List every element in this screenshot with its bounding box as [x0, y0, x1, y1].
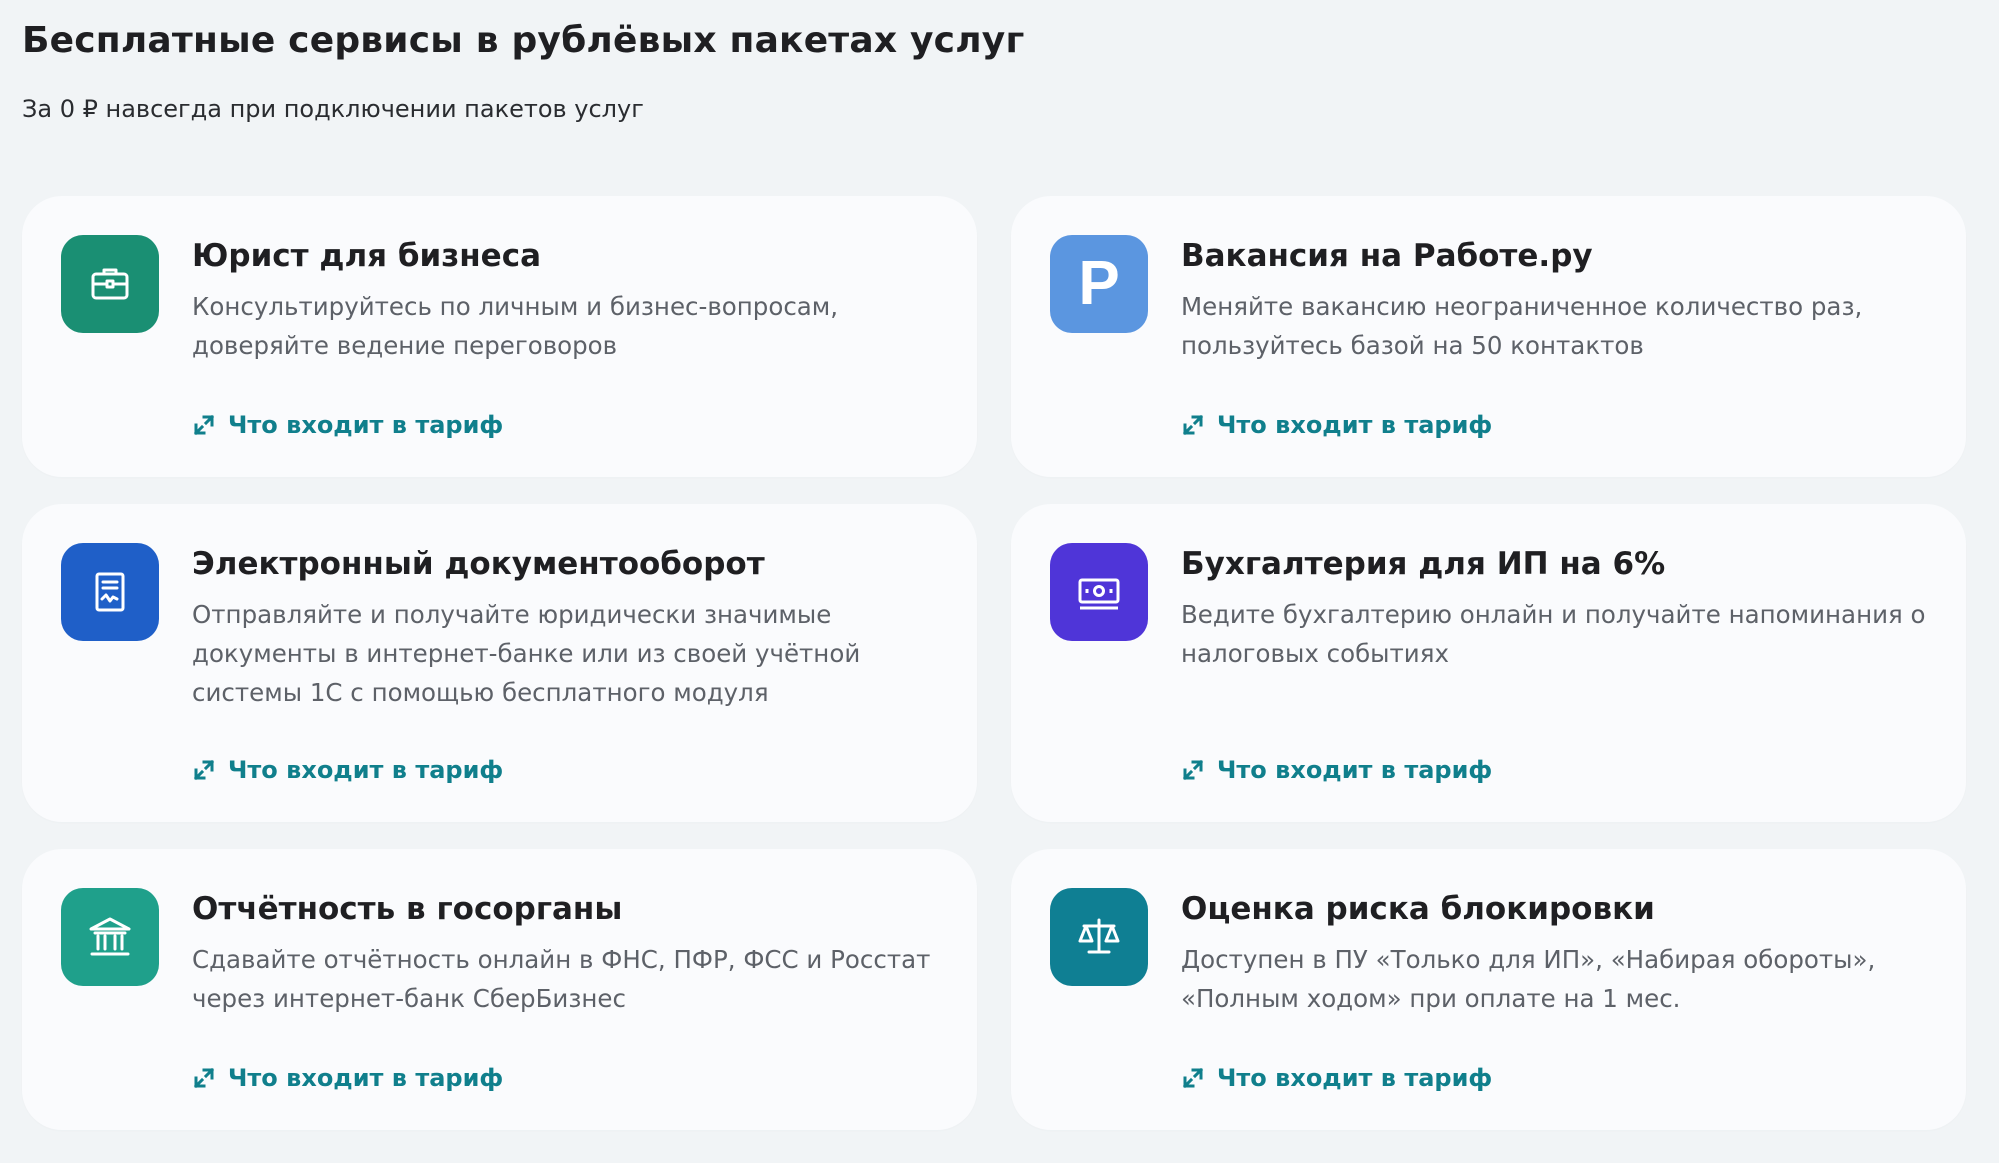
tariff-details-link[interactable]: Что входит в тариф: [1181, 1064, 1492, 1092]
card-description: Доступен в ПУ «Только для ИП», «Набирая …: [1181, 945, 1876, 1013]
card-description: Меняйте вакансию неограниченное количест…: [1181, 292, 1863, 360]
link-label: Что входит в тариф: [1217, 1064, 1493, 1092]
link-label: Что входит в тариф: [1217, 756, 1493, 784]
rabota-logo-letter: P: [1078, 249, 1120, 318]
tariff-details-link[interactable]: Что входит в тариф: [192, 756, 503, 784]
link-label: Что входит в тариф: [1217, 411, 1493, 439]
service-card-accounting: Бухгалтерия для ИП на 6% Ведите бухгалте…: [1011, 504, 1966, 822]
page-subtitle: За 0 ₽ навсегда при подключении пакетов …: [22, 95, 644, 123]
page-title: Бесплатные сервисы в рублёвых пакетах ус…: [22, 20, 1025, 61]
card-title: Оценка риска блокировки: [1181, 891, 1655, 927]
scales-icon: [1050, 888, 1148, 986]
rabota-logo-icon: P: [1050, 235, 1148, 333]
link-label: Что входит в тариф: [228, 1064, 504, 1092]
tariff-details-link[interactable]: Что входит в тариф: [1181, 411, 1492, 439]
services-grid: Юрист для бизнеса Консультируйтесь по ли…: [22, 196, 1966, 1130]
service-card-block-risk: Оценка риска блокировки Доступен в ПУ «Т…: [1011, 849, 1966, 1130]
link-label: Что входит в тариф: [228, 756, 504, 784]
service-card-lawyer: Юрист для бизнеса Консультируйтесь по ли…: [22, 196, 977, 477]
card-description: Отправляйте и получайте юридически значи…: [192, 600, 861, 707]
tariff-details-link[interactable]: Что входит в тариф: [192, 1064, 503, 1092]
link-label: Что входит в тариф: [228, 411, 504, 439]
expand-icon: [193, 1067, 215, 1089]
expand-icon: [193, 759, 215, 781]
card-title: Отчётность в госорганы: [192, 891, 623, 927]
expand-icon: [1182, 1067, 1204, 1089]
card-title: Электронный документооборот: [192, 546, 765, 582]
card-description: Сдавайте отчётность онлайн в ФНС, ПФР, Ф…: [192, 945, 931, 1013]
service-card-rabota: P Вакансия на Работе.ру Меняйте вакансию…: [1011, 196, 1966, 477]
tariff-details-link[interactable]: Что входит в тариф: [192, 411, 503, 439]
card-title: Бухгалтерия для ИП на 6%: [1181, 546, 1666, 582]
government-building-icon: [61, 888, 159, 986]
card-title: Юрист для бизнеса: [192, 238, 541, 274]
card-description: Ведите бухгалтерию онлайн и получайте на…: [1181, 600, 1926, 668]
service-card-edo: Электронный документооборот Отправляйте …: [22, 504, 977, 822]
expand-icon: [1182, 414, 1204, 436]
service-card-reporting: Отчётность в госорганы Сдавайте отчётнос…: [22, 849, 977, 1130]
card-description: Консультируйтесь по личным и бизнес-вопр…: [192, 292, 839, 360]
expand-icon: [193, 414, 215, 436]
expand-icon: [1182, 759, 1204, 781]
briefcase-icon: [61, 235, 159, 333]
signed-document-icon: [61, 543, 159, 641]
tariff-details-link[interactable]: Что входит в тариф: [1181, 756, 1492, 784]
banknote-icon: [1050, 543, 1148, 641]
card-title: Вакансия на Работе.ру: [1181, 238, 1593, 274]
